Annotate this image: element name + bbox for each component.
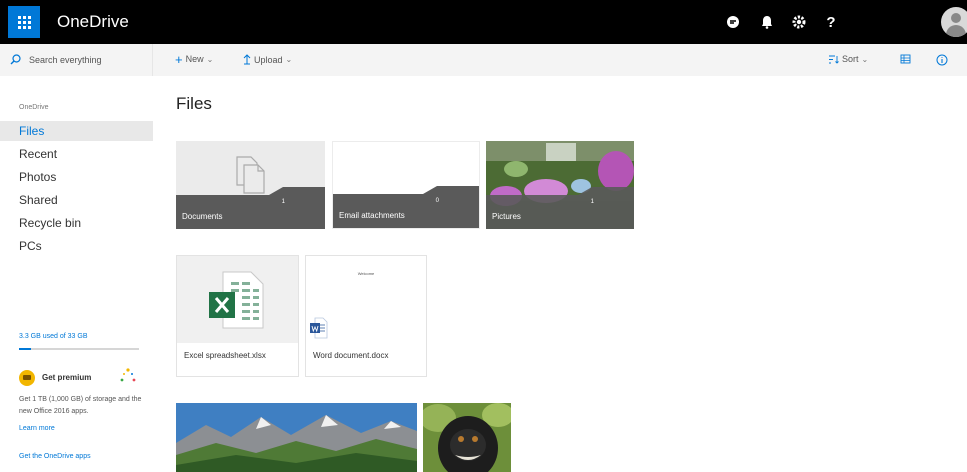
file-name: Word document.docx	[313, 351, 389, 360]
get-apps-link[interactable]: Get the OneDrive apps	[19, 453, 91, 460]
chevron-down-icon: ⌄	[861, 54, 869, 64]
avatar[interactable]	[941, 7, 967, 37]
command-bar: + New ⌄ Upload ⌄ Sort ⌄	[153, 44, 967, 76]
help-icon[interactable]: ?	[819, 10, 843, 34]
folder-tile-documents[interactable]: 1 Documents	[176, 141, 325, 229]
top-bar: OneDrive ?	[0, 0, 967, 44]
app-title[interactable]: OneDrive	[57, 12, 129, 32]
sort-button[interactable]: Sort ⌄	[828, 54, 868, 64]
word-file-icon	[310, 317, 328, 339]
sidebar-item-pcs[interactable]: PCs	[19, 239, 42, 253]
storage-progress-fill	[19, 348, 31, 350]
info-button[interactable]	[936, 54, 948, 66]
sidebar-item-shared[interactable]: Shared	[19, 193, 58, 207]
folder-name: Email attachments	[339, 211, 405, 220]
monkey-photo-thumbnail	[423, 403, 511, 472]
photo-tile-mountains[interactable]	[176, 403, 417, 472]
file-tile-word[interactable]: Welcome Word document.docx	[305, 255, 427, 377]
view-toggle-button[interactable]	[900, 54, 911, 64]
folder-tile-pictures[interactable]: 1 Pictures	[486, 141, 634, 229]
waffle-icon	[17, 15, 31, 29]
search-icon	[10, 54, 21, 65]
diamond-icon	[19, 370, 35, 386]
sort-icon	[829, 55, 839, 64]
sparkle-icon	[120, 368, 136, 382]
grid-view-icon	[900, 54, 911, 64]
search-input[interactable]: Search everything	[29, 55, 102, 65]
sidebar-item-photos[interactable]: Photos	[19, 170, 56, 184]
folder-name: Pictures	[492, 212, 521, 221]
folder-tile-email-attachments[interactable]: 0 Email attachments	[332, 141, 480, 229]
folder-item-count: 1	[590, 199, 594, 205]
page-title: Files	[176, 94, 212, 113]
new-button[interactable]: + New ⌄	[175, 51, 214, 67]
gear-icon[interactable]	[787, 10, 811, 34]
sidebar-item-recycle-bin[interactable]: Recycle bin	[19, 216, 81, 230]
photo-tile-monkey[interactable]	[423, 403, 511, 472]
chevron-down-icon: ⌄	[285, 55, 293, 64]
search-box[interactable]: Search everything	[0, 44, 153, 76]
bell-icon[interactable]	[755, 10, 779, 34]
folder-item-count: 0	[435, 198, 439, 204]
storage-progress-bar	[19, 348, 139, 350]
sort-label: Sort	[842, 54, 859, 64]
mountain-photo-thumbnail	[176, 403, 417, 472]
premium-title[interactable]: Get premium	[42, 373, 91, 382]
file-tile-excel[interactable]: Excel spreadsheet.xlsx	[176, 255, 299, 377]
new-label: New	[185, 54, 204, 64]
folder-name: Documents	[182, 212, 223, 221]
sidebar-item-files[interactable]: Files	[19, 124, 44, 138]
file-name: Excel spreadsheet.xlsx	[184, 351, 266, 360]
documents-folder-icon	[236, 156, 265, 194]
upload-label: Upload	[254, 54, 283, 65]
folder-item-count: 1	[281, 199, 285, 205]
skype-icon[interactable]	[721, 10, 745, 34]
premium-description: Get 1 TB (1,000 GB) of storage and the n…	[19, 396, 142, 415]
sidebar-item-recent[interactable]: Recent	[19, 147, 57, 161]
info-icon	[936, 54, 948, 66]
learn-more-link[interactable]: Learn more	[19, 425, 55, 432]
upload-icon	[243, 54, 251, 65]
word-preview-text: Welcome	[357, 271, 375, 276]
storage-usage-link[interactable]: 3.3 GB used of 33 GB	[19, 333, 88, 340]
chevron-down-icon: ⌄	[206, 54, 214, 64]
excel-file-icon	[209, 271, 264, 329]
nav-section-label: OneDrive	[19, 104, 49, 111]
upload-button[interactable]: Upload ⌄	[243, 54, 292, 65]
app-launcher-button[interactable]	[8, 6, 40, 38]
plus-icon: +	[175, 51, 183, 67]
